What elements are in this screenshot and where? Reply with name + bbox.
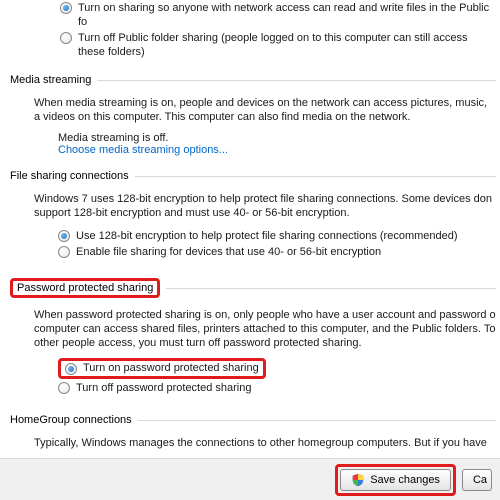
media-streaming-title: Media streaming [10, 74, 91, 86]
dialog-footer: Save changes Ca [0, 458, 500, 500]
sharing-settings-scroll: Turn on sharing so anyone with network a… [0, 0, 500, 458]
divider [138, 420, 496, 421]
section-file-sharing: File sharing connections [10, 170, 496, 182]
highlight-box: Save changes [335, 464, 456, 496]
divider [97, 80, 496, 81]
homegroup-title: HomeGroup connections [10, 414, 132, 426]
media-status: Media streaming is off. [58, 132, 496, 144]
uac-shield-icon [351, 473, 365, 487]
media-options-link[interactable]: Choose media streaming options... [58, 144, 496, 156]
public-folder-on-label: Turn on sharing so anyone with network a… [78, 1, 496, 29]
radio-public-folder-off[interactable] [60, 32, 72, 44]
homegroup-desc: Typically, Windows manages the connectio… [10, 436, 496, 450]
highlight-box: Password protected sharing [10, 278, 160, 298]
section-homegroup: HomeGroup connections [10, 414, 496, 426]
radio-password-off[interactable] [58, 382, 70, 394]
password-off-label: Turn off password protected sharing [76, 381, 251, 395]
section-media-streaming: Media streaming [10, 74, 496, 86]
divider [135, 176, 496, 177]
encryption-128-label: Use 128-bit encryption to help protect f… [76, 229, 458, 243]
radio-128bit[interactable] [58, 230, 70, 242]
public-folder-off-label: Turn off Public folder sharing (people l… [78, 31, 496, 59]
save-changes-label: Save changes [370, 474, 440, 486]
radio-public-folder-on[interactable] [60, 2, 72, 14]
password-on-label: Turn on password protected sharing [83, 361, 259, 375]
section-password-sharing: Password protected sharing [10, 278, 496, 298]
cancel-button[interactable]: Ca [462, 469, 492, 491]
media-desc: When media streaming is on, people and d… [10, 96, 496, 124]
radio-40-56bit[interactable] [58, 246, 70, 258]
file-sharing-desc: Windows 7 uses 128-bit encryption to hel… [10, 192, 496, 220]
divider [166, 288, 496, 289]
radio-password-on[interactable] [65, 363, 77, 375]
cancel-label: Ca [473, 474, 487, 486]
password-sharing-title: Password protected sharing [17, 282, 153, 294]
file-sharing-title: File sharing connections [10, 170, 129, 182]
encryption-40-56-label: Enable file sharing for devices that use… [76, 245, 381, 259]
save-changes-button[interactable]: Save changes [340, 469, 451, 491]
password-desc: When password protected sharing is on, o… [10, 308, 496, 350]
highlight-box: Turn on password protected sharing [58, 358, 266, 379]
